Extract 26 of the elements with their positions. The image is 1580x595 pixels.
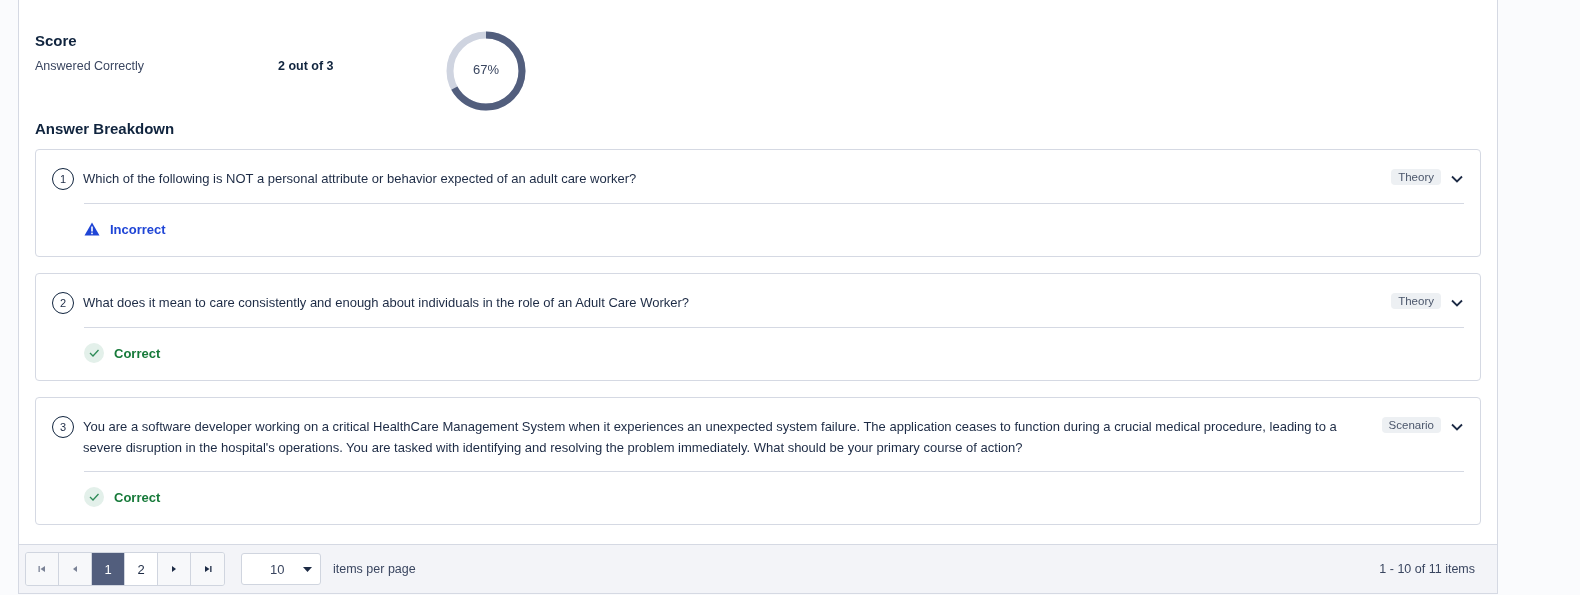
- score-title: Score: [35, 32, 78, 49]
- previous-page-icon: [71, 565, 79, 573]
- page-button[interactable]: 1: [92, 553, 125, 585]
- first-page-icon: [38, 565, 46, 573]
- result-label: Correct: [114, 489, 161, 505]
- page-size-dropdown[interactable]: 10: [241, 553, 321, 585]
- question-tag: Theory: [1391, 293, 1441, 309]
- page-button[interactable]: 2: [125, 553, 158, 585]
- result-label: Incorrect: [110, 221, 166, 237]
- answered-correctly-label: Answered Correctly: [35, 59, 146, 73]
- caret-down-icon: [303, 566, 312, 572]
- first-page-button[interactable]: [26, 553, 59, 585]
- last-page-button[interactable]: [191, 553, 224, 585]
- result-label: Correct: [114, 345, 161, 361]
- next-page-icon: [170, 565, 178, 573]
- question-text: What does it mean to care consistently and enough about individuals in the role of an Adult Care Worker?: [83, 294, 691, 312]
- items-per-page-label: items per page: [333, 562, 416, 576]
- question-tag: Theory: [1391, 169, 1441, 185]
- question-text: Which of the following is NOT a personal attribute or behavior expected of an adult care worker?: [83, 170, 638, 188]
- breakdown-title: Answer Breakdown: [35, 120, 176, 137]
- question-text: You are a software developer working on a critical HealthCare Management System when it experiences an unexpected system failure. The application ceases to function during a crucial medical procedure, leading to a severe disruption in the hospital's operations. You are tasked with identifying and resolving the problem immediately. What should be your primary course of action?: [83, 418, 1338, 457]
- question-tag: Scenario: [1381, 417, 1441, 433]
- score-percent: 67%: [472, 62, 500, 77]
- pager-summary: 1 - 10 of 11 items: [1379, 562, 1475, 576]
- last-page-icon: [203, 565, 212, 573]
- score-value: 2 out of 3: [278, 59, 334, 73]
